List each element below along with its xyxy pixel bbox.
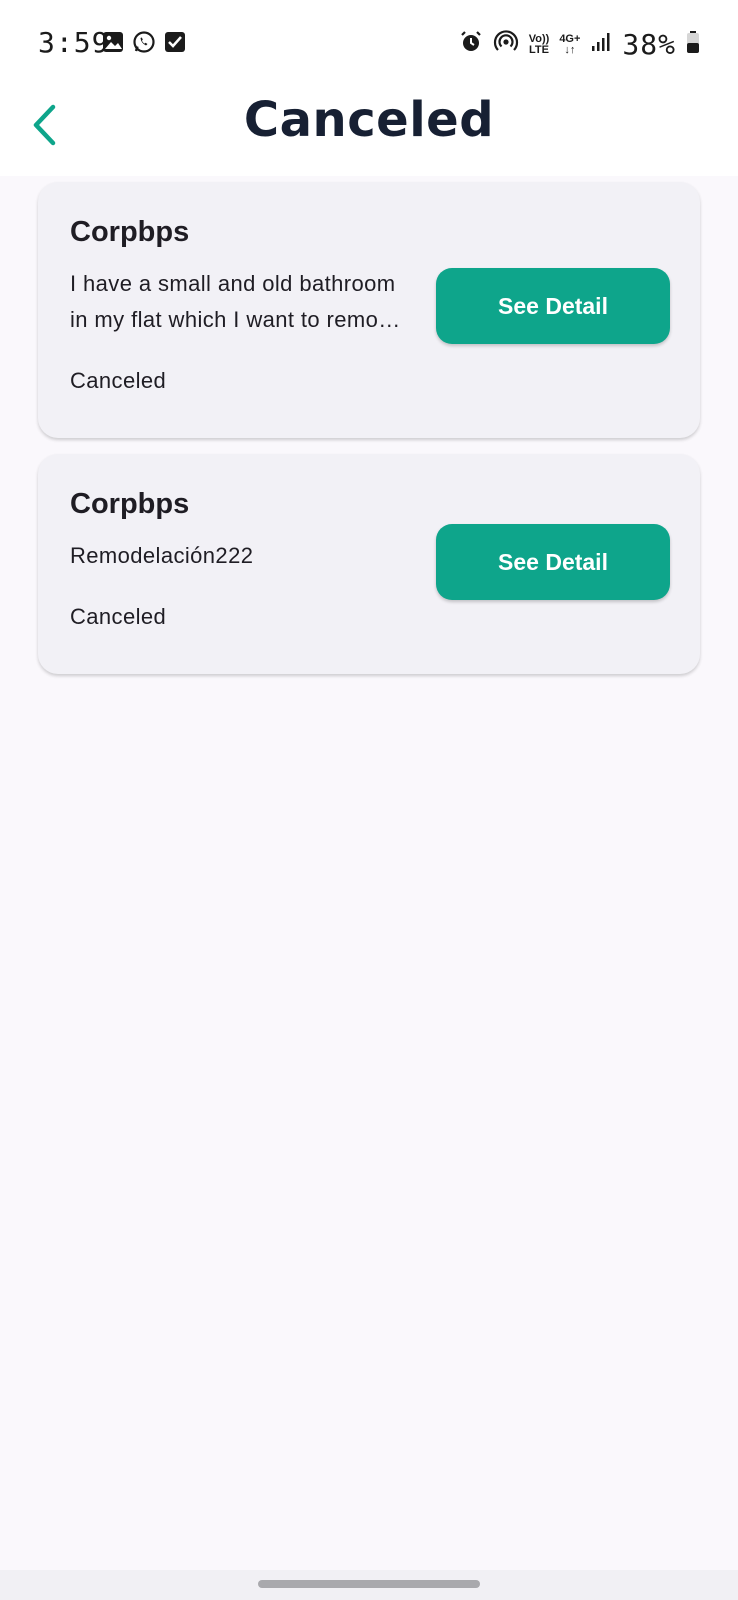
navigation-bar xyxy=(0,1570,738,1600)
card-description: I have a small and old bathroom in my fl… xyxy=(70,271,401,332)
battery-percentage: 38% xyxy=(622,28,676,61)
request-card: Corpbps Remodelación222 See Detail Cance… xyxy=(38,454,700,674)
status-time: 3:59 xyxy=(38,26,110,59)
card-status: Canceled xyxy=(70,604,167,629)
page-title: Canceled xyxy=(243,92,495,148)
signal-icon xyxy=(590,31,612,58)
home-indicator[interactable] xyxy=(258,1580,480,1588)
app-bar: Canceled xyxy=(0,88,738,176)
see-detail-button[interactable]: See Detail xyxy=(436,524,670,600)
status-left-icons xyxy=(102,30,186,59)
request-card: Corpbps I have a small and old bathroom … xyxy=(38,182,700,438)
card-title: Corpbps xyxy=(70,216,190,248)
data-type-label: 4G+ xyxy=(559,32,581,45)
battery-icon xyxy=(686,30,700,59)
card-title: Corpbps xyxy=(70,488,190,520)
whatsapp-icon xyxy=(132,30,156,59)
card-description: Remodelación222 xyxy=(70,543,254,568)
status-right-icons: Vo)) LTE 4G+ ↓↑ 38% xyxy=(459,28,700,61)
card-status: Canceled xyxy=(70,368,167,393)
volte-label: Vo)) xyxy=(528,32,550,45)
lte-label: LTE xyxy=(529,43,549,56)
alarm-icon xyxy=(459,30,483,59)
see-detail-button[interactable]: See Detail xyxy=(436,268,670,344)
hotspot-icon xyxy=(493,29,519,60)
status-bar: 3:59 Vo)) LTE 4G+ ↓↑ 38% xyxy=(0,0,738,88)
request-list: Corpbps I have a small and old bathroom … xyxy=(38,182,700,690)
data-arrows-label: ↓↑ xyxy=(564,43,576,56)
checkbox-icon xyxy=(164,31,186,58)
gallery-icon xyxy=(102,31,124,58)
data-indicator: 4G+ ↓↑ xyxy=(559,32,581,56)
volte-indicator: Vo)) LTE xyxy=(528,32,550,56)
